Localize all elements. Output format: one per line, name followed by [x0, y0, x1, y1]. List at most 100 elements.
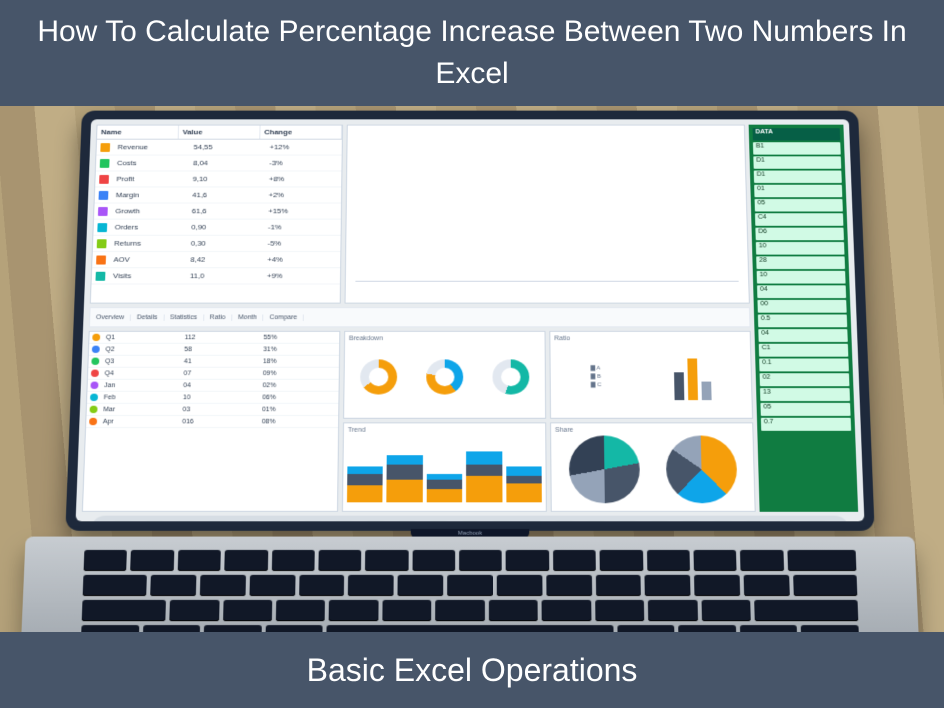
list-row: Returns0,30-5%	[93, 236, 341, 252]
keyboard-key	[412, 550, 455, 571]
col-1: Name	[97, 126, 179, 139]
bar	[527, 275, 536, 277]
keyboard-key	[740, 550, 784, 571]
mini-chart-donuts: Breakdown	[343, 331, 546, 419]
side-cell: 05	[755, 199, 843, 212]
bar	[730, 275, 739, 277]
main-bar-chart	[345, 125, 750, 304]
keyboard-key	[318, 550, 361, 571]
keyboard-key	[645, 575, 691, 596]
keyboard-key	[694, 575, 740, 596]
side-cell: C4	[755, 213, 843, 226]
bar	[366, 275, 375, 277]
mid-label: Statistics	[164, 314, 204, 320]
bar	[462, 275, 471, 277]
keyboard-key	[679, 625, 737, 632]
bar	[388, 275, 397, 277]
side-cell: 01	[754, 185, 842, 197]
side-cell: D1	[753, 156, 841, 168]
side-cell: 10	[757, 271, 846, 284]
side-cell: 00	[757, 300, 846, 313]
bar	[559, 275, 568, 277]
keyboard-key	[617, 625, 675, 632]
bar	[719, 275, 728, 277]
keyboard-key	[801, 625, 859, 632]
laptop-screen: Name Value Change Revenue54,55+12%Costs8…	[76, 119, 865, 521]
keyboard-key	[223, 600, 273, 621]
keyboard-key	[150, 575, 196, 596]
bar	[676, 275, 685, 277]
laptop-screen-frame: Name Value Change Revenue54,55+12%Costs8…	[65, 111, 874, 531]
keyboard-key	[204, 625, 262, 632]
laptop: Name Value Change Revenue54,55+12%Costs8…	[20, 111, 920, 632]
list-row: Growth61,6+15%	[94, 203, 341, 219]
bar	[580, 275, 589, 277]
list-row: Visits11,0+9%	[91, 268, 340, 284]
list2-row: Apr01608%	[86, 416, 338, 428]
side-panel-cells: B1D1D10105C4D610281004000.504C10.1021305…	[753, 142, 851, 431]
bar	[687, 275, 696, 277]
bar	[644, 275, 653, 277]
bar	[708, 275, 717, 277]
keyboard-key	[382, 600, 431, 621]
bar	[441, 275, 450, 277]
list2-row: Q40709%	[88, 368, 339, 380]
keyboard-key	[299, 575, 345, 596]
mid-label: Month	[232, 314, 264, 320]
keyboard-key	[177, 550, 220, 571]
list2-row: Mar0301%	[86, 404, 338, 416]
keyboard-key	[648, 600, 698, 621]
mini-title-c: Trend	[348, 427, 542, 435]
keyboard-key	[329, 600, 378, 621]
donut-2	[426, 359, 463, 394]
mini-charts-grid: Breakdown Ratio ▇ A▇ B▇ C	[342, 331, 756, 512]
keyboard-key	[326, 625, 613, 632]
list2-row: Q111255%	[89, 332, 339, 344]
stacked-bars	[347, 436, 542, 503]
bar	[398, 275, 407, 277]
bar	[484, 275, 493, 277]
keyboard-key	[265, 625, 323, 632]
side-cell: 02	[760, 373, 850, 386]
keyboard-key	[489, 600, 538, 621]
bar	[452, 275, 461, 277]
keyboard-key	[646, 550, 689, 571]
bar	[430, 275, 439, 277]
mini-title-b: Ratio	[554, 336, 746, 344]
side-panel-header: DATA	[753, 128, 841, 140]
bar	[548, 275, 557, 277]
keyboard-key	[793, 575, 857, 596]
hero-scene: Name Value Change Revenue54,55+12%Costs8…	[0, 106, 944, 632]
bar	[633, 275, 642, 277]
pie-1	[568, 435, 640, 503]
side-cell: D6	[755, 228, 844, 241]
side-cell: 04	[757, 285, 846, 298]
keyboard-key	[701, 600, 751, 621]
mini-title-a: Breakdown	[349, 336, 541, 344]
bar	[516, 275, 525, 277]
keyboard-key	[249, 575, 295, 596]
keyboard-key	[435, 600, 484, 621]
side-cell: 04	[758, 329, 847, 342]
bar-chart-bars	[355, 138, 738, 277]
keyboard-key	[398, 575, 444, 596]
list2-row: Q25831%	[89, 344, 339, 356]
side-cell: B1	[753, 142, 841, 154]
bar	[666, 275, 675, 277]
bar	[505, 275, 514, 277]
keyboard-key	[200, 575, 246, 596]
bar	[612, 275, 621, 277]
data-list-bottom: Q111255%Q25831%Q34118%Q40709%Jan0402%Feb…	[82, 331, 340, 512]
keyboard-key	[348, 575, 394, 596]
bar	[377, 275, 386, 277]
mid-label: Ratio	[204, 314, 233, 320]
list-row: Orders0,90-1%	[93, 220, 340, 236]
bar	[409, 275, 418, 277]
side-cell: 0.7	[761, 418, 851, 431]
mid-label: Overview	[90, 314, 131, 320]
side-cell: C1	[759, 344, 849, 357]
laptop-keyboard	[20, 537, 921, 632]
list-header: Name Value Change	[97, 126, 342, 140]
keyboard-key	[131, 550, 175, 571]
bottom-banner: Basic Excel Operations	[0, 632, 944, 708]
